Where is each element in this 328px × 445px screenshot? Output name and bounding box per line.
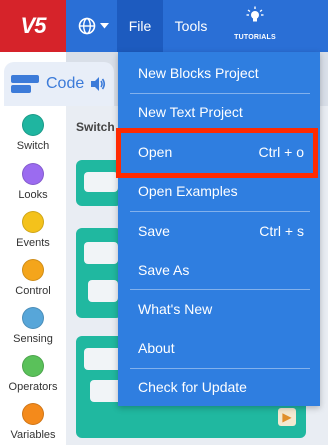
category-label: Looks — [18, 189, 48, 201]
file-dropdown-menu: New Blocks Project New Text Project Open… — [118, 52, 320, 406]
play-icon[interactable]: ▶ — [278, 408, 296, 426]
menu-item-save[interactable]: Save Ctrl + s — [118, 212, 320, 250]
menu-item-label: Check for Update — [138, 379, 247, 395]
menu-item-new-blocks-project[interactable]: New Blocks Project — [118, 54, 320, 92]
palette-title: Switch — [76, 120, 115, 134]
menu-item-about[interactable]: About — [118, 329, 320, 367]
block-slot — [84, 242, 118, 264]
code-blocks-icon — [11, 75, 39, 93]
category-events-dot — [22, 211, 44, 233]
menu-item-new-text-project[interactable]: New Text Project — [118, 93, 320, 131]
tools-menu-button[interactable]: Tools — [166, 0, 216, 52]
category-looks-dot — [22, 163, 44, 185]
language-button[interactable] — [70, 10, 116, 42]
caret-down-icon — [99, 23, 109, 29]
category-switch[interactable]: Switch — [0, 114, 66, 152]
menu-item-whats-new[interactable]: What's New — [118, 290, 320, 328]
category-label: Operators — [8, 381, 58, 393]
tutorials-label: TUTORIALS — [234, 34, 276, 41]
category-sensing[interactable]: Sensing — [0, 307, 66, 345]
highlight-box — [116, 128, 318, 178]
category-variables-dot — [22, 403, 44, 425]
tutorials-button[interactable]: TUTORIALS — [222, 6, 288, 46]
category-switch-dot — [22, 114, 44, 136]
category-label: Control — [15, 285, 51, 297]
category-operators[interactable]: Operators — [0, 355, 66, 393]
category-operators-dot — [22, 355, 44, 377]
category-events[interactable]: Events — [0, 211, 66, 249]
top-menu-bar: V5 File Tools TUTORIALS — [0, 0, 328, 52]
lightbulb-icon — [246, 6, 264, 22]
menu-item-label: Save — [138, 223, 170, 239]
menu-item-shortcut: Ctrl + s — [259, 223, 304, 239]
block-slot — [84, 172, 118, 192]
tab-code-label: Code — [46, 75, 85, 92]
category-variables[interactable]: Variables — [0, 403, 66, 441]
category-label: Switch — [16, 140, 50, 152]
file-menu-button[interactable]: File — [117, 0, 163, 52]
category-looks[interactable]: Looks — [0, 163, 66, 201]
app-logo: V5 — [0, 0, 66, 52]
category-label: Variables — [10, 429, 56, 441]
globe-icon — [78, 17, 95, 35]
speaker-icon — [91, 77, 106, 91]
menu-item-label: About — [138, 340, 175, 356]
block-slot — [88, 280, 118, 302]
menu-item-label: Open Examples — [138, 183, 238, 199]
menu-item-label: What's New — [138, 301, 213, 317]
category-sensing-dot — [22, 307, 44, 329]
tab-code[interactable]: Code — [4, 62, 114, 106]
menu-item-label: Save As — [138, 262, 190, 278]
switch-block[interactable] — [76, 228, 122, 318]
menu-item-save-as[interactable]: Save As — [118, 251, 320, 289]
category-label: Sensing — [13, 333, 53, 345]
menu-item-label: New Text Project — [138, 104, 243, 120]
category-control[interactable]: Control — [0, 259, 66, 297]
menu-item-label: New Blocks Project — [138, 65, 259, 81]
category-control-dot — [22, 259, 44, 281]
category-label: Events — [16, 237, 50, 249]
menu-item-check-for-update[interactable]: Check for Update — [118, 368, 320, 406]
